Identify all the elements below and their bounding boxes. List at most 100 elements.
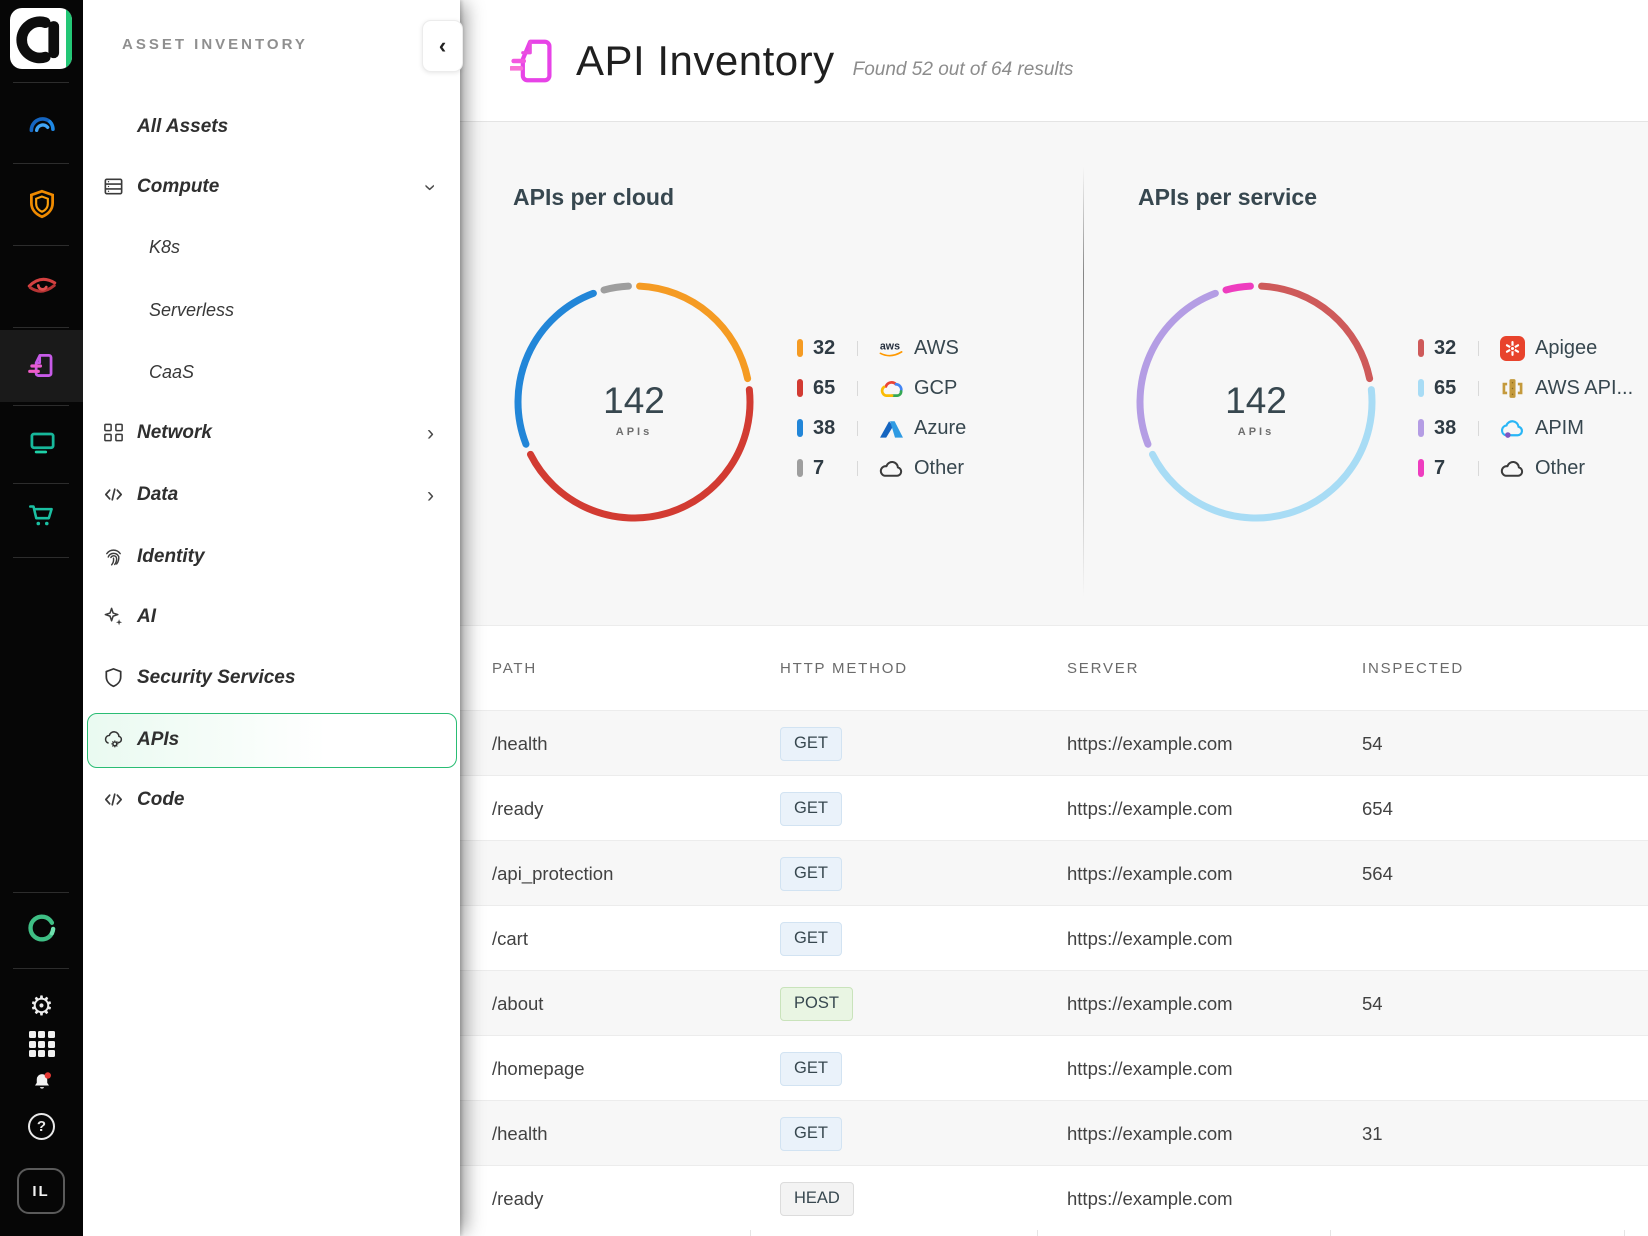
divider [13, 968, 69, 969]
donut-segment-apigee[interactable] [1262, 286, 1370, 379]
chevron-down-icon: › [420, 184, 441, 191]
cell-path: /cart [492, 906, 528, 971]
app-root: ⚙ ? IL ASSET INVENTORY ‹ All AssetsCompu… [0, 0, 1648, 1236]
cell-path: /health [492, 1101, 548, 1166]
legend-separator [857, 461, 858, 476]
legend-item-other[interactable]: 7Other [797, 454, 966, 482]
table-row[interactable]: /readyHEADhttps://example.com [460, 1165, 1648, 1230]
sidebar-item-security-services[interactable]: Security Services [83, 656, 460, 700]
legend-item-aws[interactable]: 32awsAWS [797, 334, 966, 362]
http-method-badge: POST [780, 987, 853, 1021]
legend-color-pill [797, 379, 803, 397]
legend-item-other[interactable]: 7Other [1418, 454, 1633, 482]
legend-color-pill [1418, 339, 1424, 357]
chevron-left-icon: ‹ [439, 33, 446, 59]
sidebar-item-identity[interactable]: Identity [83, 535, 460, 579]
sidebar-item-k8s[interactable]: K8s [83, 225, 460, 269]
cell-path: /ready [492, 776, 543, 841]
cell-server: https://example.com [1067, 1101, 1233, 1166]
table-row[interactable]: /cartGEThttps://example.com [460, 905, 1648, 970]
product-logo[interactable] [10, 8, 72, 69]
legend-label: AWS API... [1535, 377, 1633, 400]
server-icon [102, 175, 126, 199]
sidebar-item-apis[interactable]: APIs [83, 718, 460, 762]
aws-logo-icon: aws [876, 335, 906, 361]
sidebar-item-network[interactable]: Network › [83, 411, 460, 455]
column-header-inspected[interactable]: INSPECTED [1362, 626, 1464, 711]
svg-text:aws: aws [879, 340, 899, 352]
table-row[interactable]: /homepageGEThttps://example.com [460, 1035, 1648, 1100]
table-row[interactable]: /readyGEThttps://example.com654 [460, 775, 1648, 840]
charts-section: APIs per cloud 142 APIs 32awsAWS65GCP38A… [460, 122, 1648, 625]
chevron-right-icon: › [427, 423, 434, 444]
sidebar-item-label: Compute [137, 176, 219, 198]
sidebar-item-serverless[interactable]: Serverless [83, 288, 460, 332]
legend-value: 7 [1434, 457, 1474, 480]
shield-icon[interactable] [0, 176, 83, 232]
table-header: PATH HTTP METHOD SERVER INSPECTED [460, 625, 1648, 710]
api-doc-icon[interactable] [0, 338, 83, 394]
sidebar-item-all-assets[interactable]: All Assets [83, 105, 460, 149]
column-header-label: INSPECTED [1362, 660, 1464, 677]
sidebar-item-ai[interactable]: AI [83, 595, 460, 639]
table-row[interactable]: /healthGEThttps://example.com54 [460, 710, 1648, 775]
legend-label: AWS [914, 337, 959, 360]
donut-segment-other[interactable] [604, 286, 628, 290]
sidebar-item-label: AI [137, 606, 156, 628]
panel-divider [1083, 167, 1084, 597]
fingerprint-icon [102, 545, 126, 569]
column-header-label: HTTP METHOD [780, 660, 908, 677]
legend-item-apim[interactable]: 38APIM [1418, 414, 1633, 442]
cell-path: /homepage [492, 1036, 585, 1101]
cell-server: https://example.com [1067, 1166, 1233, 1231]
legend-value: 38 [813, 417, 853, 440]
table-body: /healthGEThttps://example.com54/ready GET… [460, 710, 1648, 1230]
table-row[interactable]: /health GET https://example.com 31 [460, 1100, 1648, 1165]
cloudgear-icon [102, 728, 126, 752]
http-method-badge: GET [780, 1117, 842, 1151]
sidebar-item-label: Serverless [149, 300, 234, 321]
chart-title-apis-per-cloud: APIs per cloud [513, 184, 674, 211]
sidebar-item-code[interactable]: Code [83, 778, 460, 822]
sidebar-item-label: All Assets [137, 116, 228, 138]
legend-value: 32 [1434, 337, 1474, 360]
sidebar-item-label: Code [137, 789, 185, 811]
sidebar-item-caas[interactable]: CaaS [83, 350, 460, 394]
sidebar-collapse-button[interactable]: ‹ [422, 20, 463, 72]
http-method-badge: HEAD [780, 1182, 854, 1216]
legend-item-apigee[interactable]: 32Apigee [1418, 334, 1633, 362]
eye-icon[interactable] [0, 257, 83, 313]
donut-segment-aws[interactable] [640, 286, 748, 379]
cell-inspected: 31 [1362, 1101, 1383, 1166]
sidebar-item-compute[interactable]: Compute › [83, 165, 460, 209]
sidebar-item-data[interactable]: Data› [83, 473, 460, 517]
column-header-http-method[interactable]: HTTP METHOD [780, 626, 908, 711]
donut-segment-other[interactable] [1226, 286, 1250, 290]
api-table: PATHHTTP METHODSERVERINSPECTED /healthGE… [460, 625, 1648, 1236]
sparkles-icon [102, 605, 126, 629]
cell-path: /about [492, 971, 543, 1036]
table-row[interactable]: /aboutPOSThttps://example.com54 [460, 970, 1648, 1035]
sidebar-item-label: Network [137, 422, 212, 444]
orca-ring-icon[interactable] [0, 900, 83, 956]
divider [13, 163, 69, 164]
legend-separator [1478, 381, 1479, 396]
legend-color-pill [797, 459, 803, 477]
gauge-icon[interactable] [0, 97, 83, 153]
donut-total: 142 [1131, 382, 1381, 419]
divider [13, 557, 69, 558]
cart-icon[interactable] [0, 487, 83, 543]
cell-server: https://example.com [1067, 711, 1233, 776]
column-header-label: PATH [492, 660, 537, 677]
avatar[interactable]: IL [17, 1168, 65, 1214]
monitor-icon[interactable] [0, 415, 83, 471]
table-row[interactable]: /api_protectionGEThttps://example.com564 [460, 840, 1648, 905]
http-method-badge: GET [780, 792, 842, 826]
legend-separator [857, 341, 858, 356]
legend-item-aws-api-[interactable]: 65AWS API... [1418, 374, 1633, 402]
column-header-path[interactable]: PATH [492, 626, 537, 711]
help-icon[interactable]: ? [0, 1098, 83, 1154]
column-header-server[interactable]: SERVER [1067, 626, 1139, 711]
legend-item-gcp[interactable]: 65GCP [797, 374, 966, 402]
legend-item-azure[interactable]: 38Azure [797, 414, 966, 442]
